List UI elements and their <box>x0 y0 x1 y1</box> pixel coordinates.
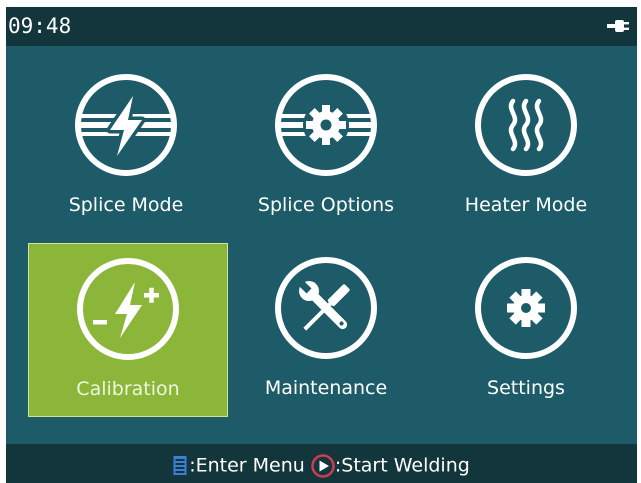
start-welding-hint: Start Welding <box>341 454 470 477</box>
enter-menu-hint: Enter Menu <box>195 454 305 477</box>
footer-hint-bar: :Enter Menu :Start Welding <box>6 444 637 483</box>
settings-icon <box>475 257 577 359</box>
menu-item-label: Calibration <box>76 378 180 400</box>
clock: 09:48 <box>8 14 72 38</box>
status-bar: 09:48 <box>6 7 637 46</box>
menu-item-label: Splice Mode <box>68 194 184 216</box>
menu-item-label: Maintenance <box>264 377 388 399</box>
menu-item-label: Settings <box>487 377 565 399</box>
calibration-icon <box>77 258 179 360</box>
power-plug-icon <box>607 20 629 32</box>
heater-mode-icon <box>475 74 577 176</box>
menu-item-splice-options[interactable]: Splice Options <box>226 60 426 234</box>
main-menu: Splice Mode Splice Options Heater Mode C… <box>6 46 637 444</box>
menu-item-splice-mode[interactable]: Splice Mode <box>26 60 226 234</box>
menu-item-settings[interactable]: Settings <box>426 243 626 417</box>
menu-item-calibration[interactable]: Calibration <box>28 243 228 417</box>
splice-mode-icon <box>75 74 177 176</box>
menu-item-label: Splice Options <box>257 194 395 216</box>
maintenance-icon <box>275 257 377 359</box>
menu-key-icon <box>173 455 187 475</box>
start-key-icon <box>311 453 335 478</box>
menu-item-label: Heater Mode <box>464 194 588 216</box>
menu-item-heater-mode[interactable]: Heater Mode <box>426 60 626 234</box>
footer-hints: :Enter Menu :Start Welding <box>6 452 637 479</box>
menu-item-maintenance[interactable]: Maintenance <box>226 243 426 417</box>
fusion-splicer-screen: 09:48 Splice Mode Splice Options Heater … <box>0 0 641 483</box>
splice-options-icon <box>275 74 377 176</box>
